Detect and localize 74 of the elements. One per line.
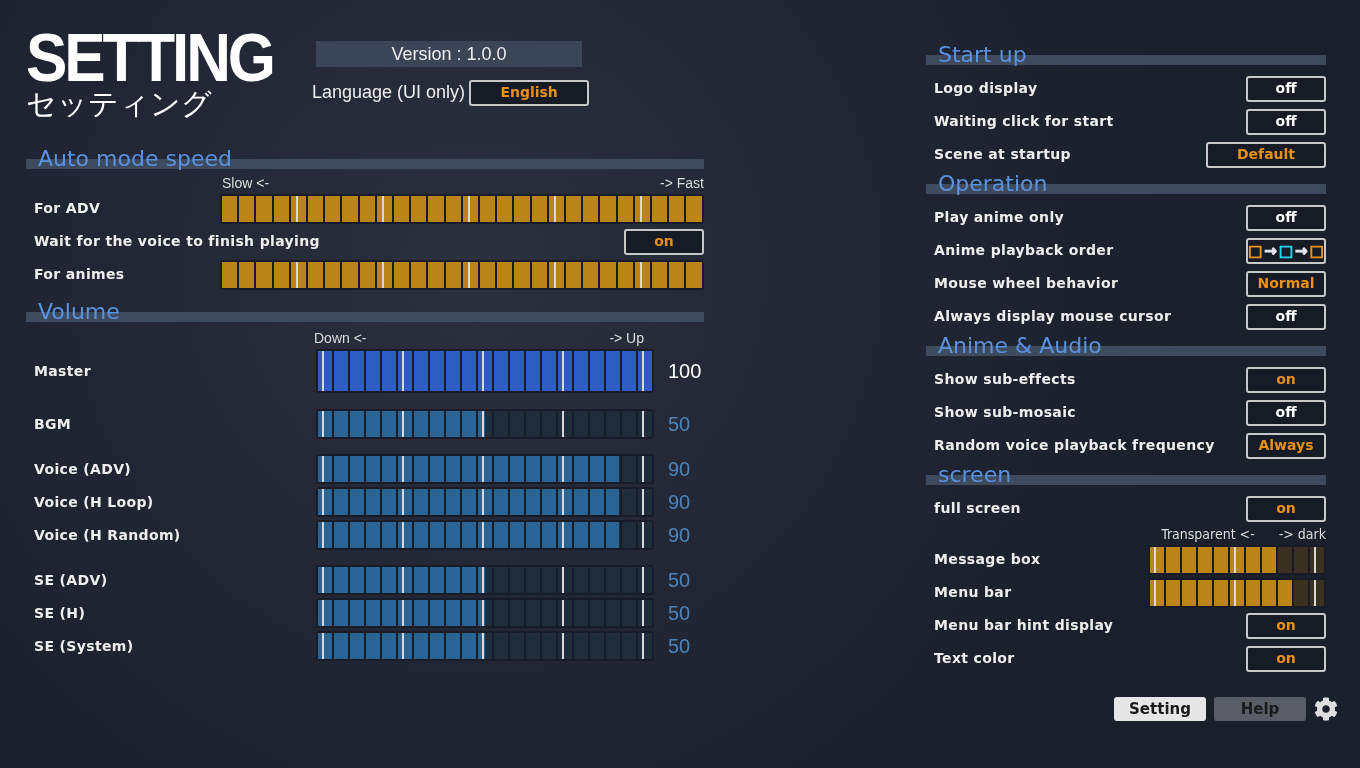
setting-label: Waiting click for start (934, 112, 1114, 131)
setting-label: Voice (ADV) (34, 460, 132, 477)
option-button[interactable]: off (1246, 399, 1326, 426)
scale-label: Transparent <- (1161, 525, 1255, 543)
slider-track[interactable] (316, 486, 654, 517)
option-button[interactable]: off (1246, 75, 1326, 102)
footer-tab[interactable]: Setting (1114, 697, 1206, 721)
setting-label: Menu bar (934, 583, 1012, 602)
scale-label: -> dark (1278, 525, 1326, 543)
slider-track[interactable] (316, 597, 654, 628)
setting-label: For ADV (34, 199, 101, 218)
setting-label: Scene at startup (934, 145, 1071, 164)
option-button[interactable]: on (1246, 366, 1326, 393)
setting-label: Random voice playback frequency (934, 436, 1215, 455)
volume-reading: 100 (668, 359, 702, 384)
volume-reading: 90 (668, 456, 691, 482)
version-label: Version : 1.0.0 (316, 41, 582, 67)
volume-reading: 50 (668, 567, 691, 593)
setting-label: Voice (H Loop) (34, 493, 154, 510)
option-button[interactable]: on (1246, 495, 1326, 522)
logo-subtitle: セッティング (26, 86, 213, 122)
setting-label: For animes (34, 265, 125, 284)
setting-label: BGM (34, 415, 72, 432)
scale-label: Down <- (314, 329, 367, 347)
slider-track[interactable] (1148, 544, 1326, 575)
slider-track[interactable] (1148, 577, 1326, 608)
volume-reading: 50 (668, 600, 691, 626)
option-button[interactable]: on (1246, 612, 1326, 639)
scale-label: Slow <- (222, 174, 270, 192)
setting-label: full screen (934, 499, 1021, 518)
slider-track[interactable] (316, 630, 654, 661)
option-button[interactable]: Normal (1246, 270, 1326, 297)
option-button[interactable]: on (624, 228, 704, 255)
setting-label: Master (34, 363, 91, 379)
setting-label: Text color (934, 649, 1015, 668)
setting-label: Always display mouse cursor (934, 307, 1172, 326)
language-label: Language (UI only) (312, 81, 466, 104)
volume-reading: 50 (668, 633, 691, 659)
order-symbol-label: → (1263, 241, 1278, 260)
scale-label: -> Fast (660, 174, 704, 192)
scale-label: -> Up (609, 329, 644, 347)
setting-label: Voice (H Random) (34, 526, 181, 543)
order-button[interactable]: □→□→□ (1246, 237, 1326, 264)
option-button[interactable]: off (1246, 204, 1326, 231)
setting-label: SE (H) (34, 604, 86, 621)
setting-label: Anime playback order (934, 241, 1114, 260)
setting-label: Message box (934, 550, 1041, 569)
language-button[interactable]: English (469, 79, 590, 106)
slider-track[interactable] (316, 564, 654, 595)
option-button[interactable]: Default (1206, 141, 1326, 168)
order-symbol-label: □ (1277, 241, 1295, 260)
setting-label: Mouse wheel behavior (934, 274, 1119, 293)
setting-label: SE (System) (34, 637, 134, 654)
order-symbol-label: □ (1247, 241, 1264, 260)
volume-reading: 50 (668, 411, 691, 437)
order-symbol-label: □ (1308, 241, 1325, 260)
setting-label: Play anime only (934, 208, 1064, 227)
slider-track[interactable] (316, 519, 654, 550)
setting-label: Show sub-mosaic (934, 403, 1076, 422)
slider-track[interactable] (316, 408, 654, 439)
setting-label: Logo display (934, 79, 1038, 98)
order-symbol-label: → (1294, 241, 1309, 260)
option-button[interactable]: Always (1246, 432, 1326, 459)
setting-label: SE (ADV) (34, 571, 108, 588)
option-button[interactable]: off (1246, 108, 1326, 135)
setting-label: Wait for the voice to finish playing (34, 232, 320, 251)
slider-track[interactable] (316, 453, 654, 484)
setting-label: Show sub-effects (934, 370, 1076, 389)
setting-label: Menu bar hint display (934, 616, 1114, 635)
volume-reading: 90 (668, 489, 691, 515)
option-button[interactable]: off (1246, 303, 1326, 330)
option-button[interactable]: on (1246, 645, 1326, 672)
settings-icon[interactable] (1314, 697, 1338, 721)
volume-reading: 90 (668, 522, 691, 548)
